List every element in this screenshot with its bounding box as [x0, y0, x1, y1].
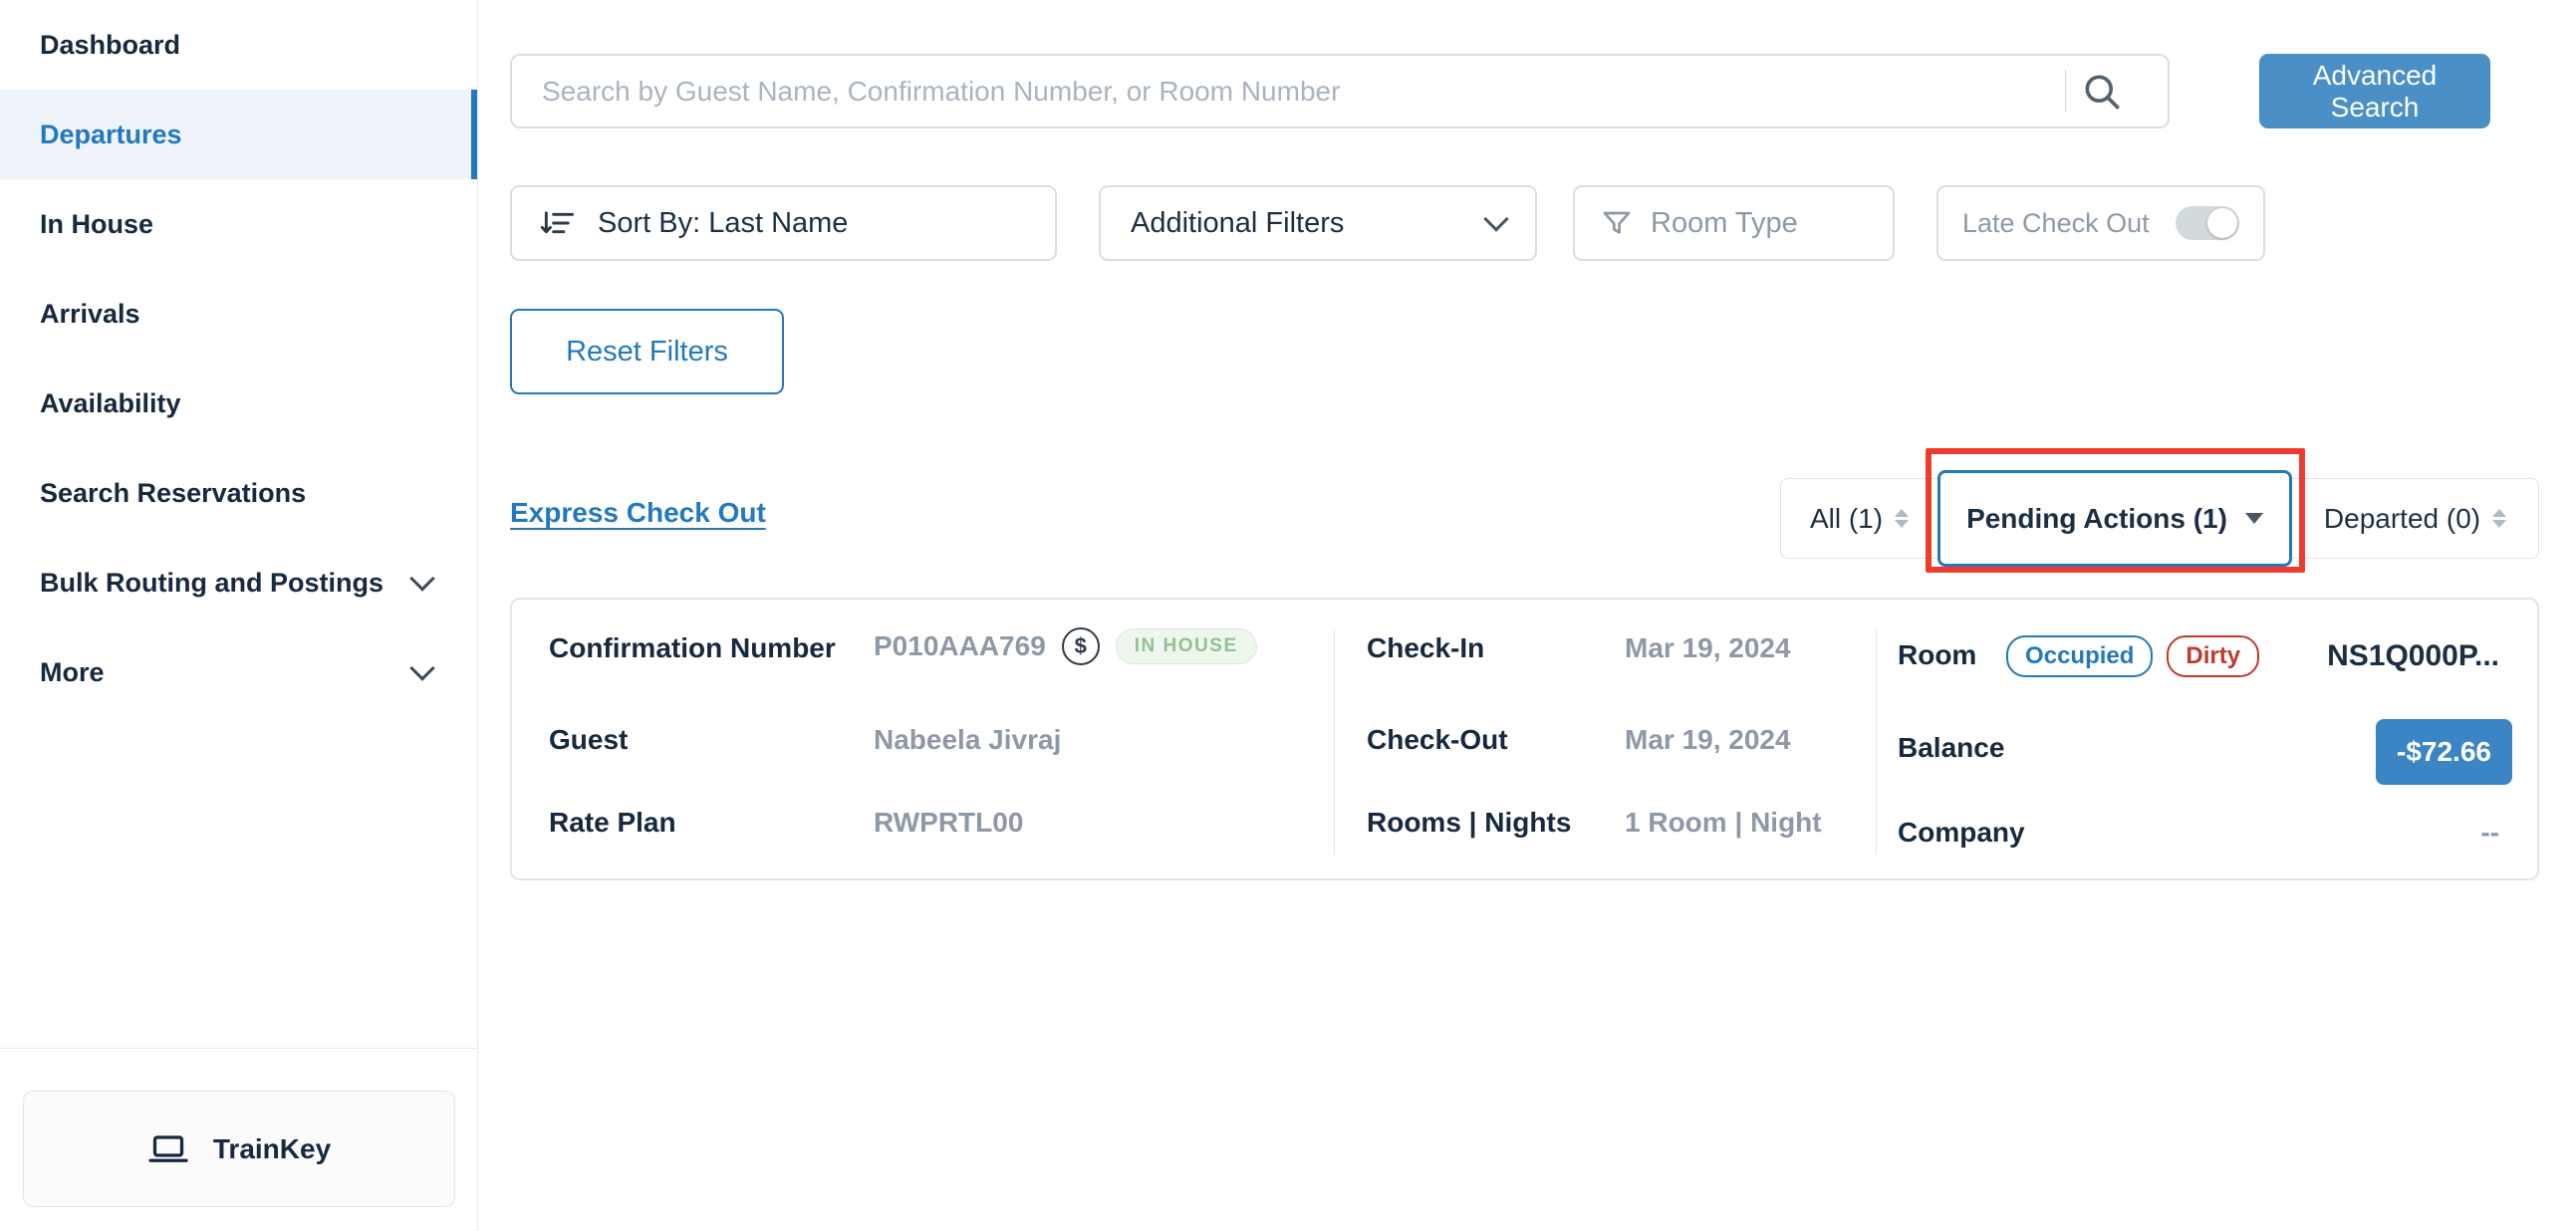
check-out-label: Check-Out — [1367, 724, 1508, 756]
company-label: Company — [1898, 817, 2025, 849]
card-divider — [1876, 629, 1877, 855]
sidebar: Dashboard Departures In House Arrivals A… — [0, 0, 478, 1231]
late-check-out-toggle[interactable] — [2176, 206, 2239, 240]
sidebar-item-arrivals[interactable]: Arrivals — [0, 269, 477, 359]
room-label: Room — [1898, 639, 1976, 671]
sidebar-item-label: Search Reservations — [40, 478, 306, 509]
rate-plan-value: RWPRTL00 — [874, 807, 1023, 839]
balance-badge[interactable]: -$72.66 — [2376, 719, 2512, 785]
confirmation-number-row: P010AAA769 $ IN HOUSE — [874, 627, 1257, 665]
rooms-nights-value: 1 Room | Night — [1625, 807, 1822, 839]
balance-label: Balance — [1898, 732, 2004, 764]
sidebar-item-bulk-routing[interactable]: Bulk Routing and Postings — [0, 538, 477, 627]
tab-all[interactable]: All (1) — [1781, 503, 1937, 535]
tab-departed[interactable]: Departed (0) — [2292, 503, 2538, 535]
caret-down-icon — [2245, 513, 2263, 524]
sidebar-item-label: Bulk Routing and Postings — [40, 568, 384, 599]
rate-plan-label: Rate Plan — [549, 807, 676, 839]
room-number-value: NS1Q000P... — [2327, 639, 2499, 673]
main-content: Advanced Search Sort By: Last Name Addit… — [479, 0, 2576, 1231]
sort-icon — [540, 207, 576, 239]
sidebar-item-in-house[interactable]: In House — [0, 179, 477, 269]
rooms-nights-label: Rooms | Nights — [1367, 807, 1571, 839]
in-house-badge: IN HOUSE — [1116, 628, 1257, 664]
additional-filters-dropdown[interactable]: Additional Filters — [1099, 185, 1537, 261]
check-out-value: Mar 19, 2024 — [1625, 724, 1791, 756]
tab-pending-actions-label: Pending Actions (1) — [1966, 503, 2227, 535]
tab-departed-label: Departed (0) — [2324, 503, 2480, 535]
sidebar-item-label: Arrivals — [40, 299, 140, 330]
tab-all-label: All (1) — [1810, 503, 1883, 535]
search-input[interactable] — [510, 54, 2170, 128]
sort-arrows-icon — [1895, 509, 1909, 528]
search-icon[interactable] — [2080, 70, 2124, 114]
late-check-out-label: Late Check Out — [1962, 208, 2150, 239]
guest-value: Nabeela Jivraj — [874, 724, 1061, 756]
sort-arrows-icon — [2492, 509, 2506, 528]
chevron-down-icon — [409, 655, 434, 680]
search-divider — [2065, 70, 2066, 113]
card-divider — [1334, 629, 1335, 855]
sidebar-item-departures[interactable]: Departures — [0, 90, 477, 179]
dollar-circle-icon[interactable]: $ — [1062, 627, 1100, 665]
tab-pending-actions[interactable]: Pending Actions (1) — [1937, 470, 2292, 567]
laptop-icon — [147, 1131, 189, 1167]
reservation-card[interactable]: Confirmation Number P010AAA769 $ IN HOUS… — [510, 598, 2539, 880]
departures-tab-group: All (1) Departed (0) Pending Actions (1) — [1780, 478, 2539, 559]
sidebar-item-dashboard[interactable]: Dashboard — [0, 0, 477, 90]
company-value: -- — [2480, 817, 2499, 849]
search-bar — [510, 54, 2170, 128]
reset-filters-button[interactable]: Reset Filters — [510, 309, 784, 394]
chevron-down-icon — [1483, 206, 1508, 231]
sort-by-button[interactable]: Sort By: Last Name — [510, 185, 1057, 261]
sidebar-item-search-reservations[interactable]: Search Reservations — [0, 448, 477, 538]
sidebar-item-more[interactable]: More — [0, 627, 477, 717]
guest-label: Guest — [549, 724, 628, 756]
sidebar-item-label: Dashboard — [40, 30, 180, 61]
check-in-label: Check-In — [1367, 632, 1484, 664]
toggle-knob — [2207, 208, 2237, 238]
check-in-value: Mar 19, 2024 — [1625, 632, 1791, 664]
chevron-down-icon — [409, 566, 434, 591]
sidebar-divider — [0, 1048, 477, 1049]
trainkey-button[interactable]: TrainKey — [23, 1091, 455, 1207]
additional-filters-label: Additional Filters — [1131, 207, 1344, 240]
room-type-label: Room Type — [1651, 207, 1798, 240]
sidebar-item-label: Departures — [40, 120, 182, 150]
express-check-out-link[interactable]: Express Check Out — [510, 497, 766, 529]
funnel-icon — [1601, 207, 1633, 239]
sidebar-item-label: Availability — [40, 388, 181, 419]
confirmation-number-label: Confirmation Number — [549, 632, 836, 664]
confirmation-number-value: P010AAA769 — [874, 630, 1046, 662]
dirty-status-badge: Dirty — [2167, 635, 2259, 677]
advanced-search-button[interactable]: Advanced Search — [2259, 54, 2490, 128]
occupied-status-badge: Occupied — [2006, 635, 2153, 677]
trainkey-label: TrainKey — [213, 1133, 331, 1165]
room-type-filter[interactable]: Room Type — [1573, 185, 1895, 261]
room-status-row: Occupied Dirty NS1Q000P... — [2006, 635, 2499, 677]
sidebar-item-availability[interactable]: Availability — [0, 359, 477, 448]
late-check-out-filter: Late Check Out — [1936, 185, 2265, 261]
sidebar-item-label: In House — [40, 209, 153, 240]
sort-by-label: Sort By: Last Name — [598, 207, 848, 240]
sidebar-item-label: More — [40, 657, 105, 688]
